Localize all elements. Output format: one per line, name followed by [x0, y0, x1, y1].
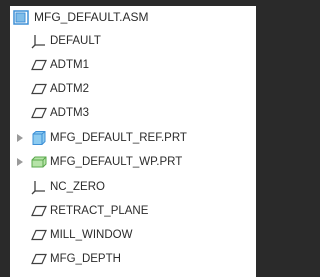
tree-root-label: MFG_DEFAULT.ASM — [34, 10, 149, 24]
tree-item-mfg-default-wp[interactable]: MFG_DEFAULT_WP.PRT — [10, 151, 256, 173]
datum-plane-icon — [30, 203, 48, 219]
tree-item-adtm3[interactable]: ADTM3 — [10, 102, 256, 124]
model-tree-panel: MFG_DEFAULT.ASM DEFAULT ADTM1 ADTM2 ADTM… — [10, 6, 256, 277]
datum-plane-icon — [30, 105, 48, 121]
tree-item-label: MFG_DEFAULT_WP.PRT — [50, 156, 183, 168]
tree-item-label: NC_ZERO — [50, 181, 105, 193]
assembly-icon — [12, 9, 30, 25]
tree-item-nc-zero[interactable]: NC_ZERO — [10, 176, 256, 198]
coordinate-system-icon — [30, 33, 48, 49]
datum-plane-icon — [30, 57, 48, 73]
reference-part-icon — [30, 130, 48, 146]
tree-item-default[interactable]: DEFAULT — [10, 30, 256, 52]
tree-item-adtm2[interactable]: ADTM2 — [10, 78, 256, 100]
tree-item-mill-window[interactable]: MILL_WINDOW — [10, 224, 256, 246]
coordinate-system-icon — [30, 179, 48, 195]
model-tree-window: MFG_DEFAULT.ASM DEFAULT ADTM1 ADTM2 ADTM… — [0, 0, 256, 277]
tree-item-label: MFG_DEPTH — [50, 253, 121, 265]
tree-item-label: ADTM2 — [50, 83, 89, 95]
expand-arrow-icon[interactable] — [15, 157, 25, 167]
datum-plane-icon — [30, 81, 48, 97]
tree-item-label: RETRACT_PLANE — [50, 205, 149, 217]
tree-item-label: MILL_WINDOW — [50, 229, 133, 241]
tree-item-mfg-depth[interactable]: MFG_DEPTH — [10, 248, 256, 270]
tree-item-label: DEFAULT — [50, 35, 101, 47]
tree-item-label: MFG_DEFAULT_REF.PRT — [50, 132, 187, 144]
tree-item-adtm1[interactable]: ADTM1 — [10, 54, 256, 76]
tree-item-retract-plane[interactable]: RETRACT_PLANE — [10, 200, 256, 222]
datum-plane-icon — [30, 251, 48, 267]
datum-plane-icon — [30, 227, 48, 243]
tree-item-label: ADTM1 — [50, 59, 89, 71]
tree-item-mfg-default-ref[interactable]: MFG_DEFAULT_REF.PRT — [10, 127, 256, 149]
expand-arrow-icon[interactable] — [15, 133, 25, 143]
tree-item-label: ADTM3 — [50, 107, 89, 119]
workpiece-part-icon — [30, 154, 48, 170]
tree-root-assembly[interactable]: MFG_DEFAULT.ASM — [10, 6, 256, 28]
